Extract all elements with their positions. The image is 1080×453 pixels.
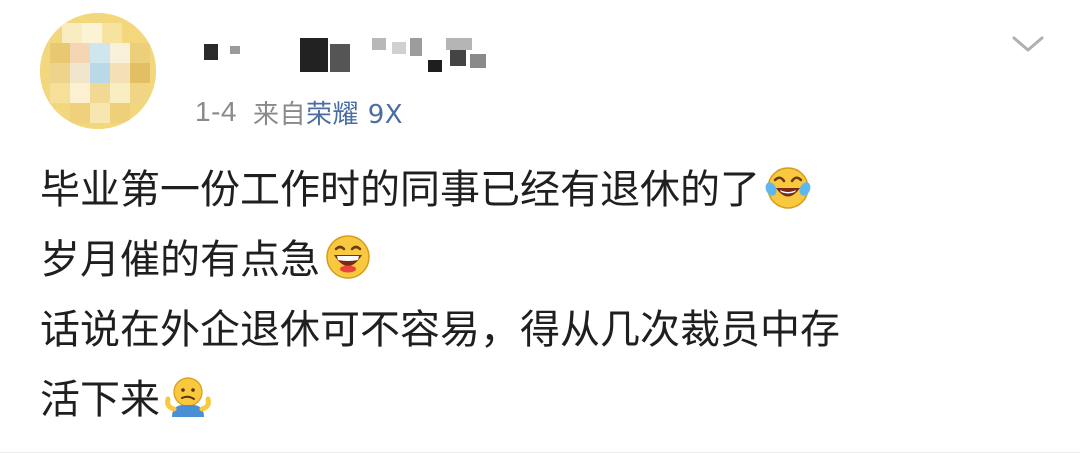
post-meta: 1-4 来自 荣耀 9X — [195, 92, 403, 132]
grin-emoji-icon — [326, 235, 370, 279]
content-line: 活下来 — [40, 365, 1040, 435]
post-date: 1-4 — [195, 96, 237, 127]
content-line: 岁月催的有点急 — [40, 225, 1040, 295]
source-label: 来自 — [252, 99, 306, 130]
chevron-down-icon[interactable] — [1010, 32, 1046, 56]
content-text: 岁月催的有点急 — [40, 237, 320, 283]
device-link[interactable]: 荣耀 9X — [306, 94, 403, 131]
laugh-cry-emoji-icon — [765, 167, 811, 209]
avatar[interactable] — [40, 13, 156, 129]
content-text: 话说在外企退休可不容易，得从几次裁员中存 — [40, 307, 840, 353]
content-line: 毕业第一份工作时的同事已经有退休的了 — [40, 155, 1040, 225]
content-text: 活下来 — [40, 377, 160, 423]
username-redacted[interactable] — [200, 38, 500, 78]
post-content: 毕业第一份工作时的同事已经有退休的了 岁月催的有点急 话说在外企退休可不容易，得… — [40, 155, 1040, 435]
content-text: 毕业第一份工作时的同事已经有退休的了 — [40, 167, 760, 213]
shrug-emoji-icon — [165, 377, 211, 417]
content-line: 话说在外企退休可不容易，得从几次裁员中存 — [40, 295, 1040, 365]
post-header: 1-4 来自 荣耀 9X — [40, 10, 1044, 135]
